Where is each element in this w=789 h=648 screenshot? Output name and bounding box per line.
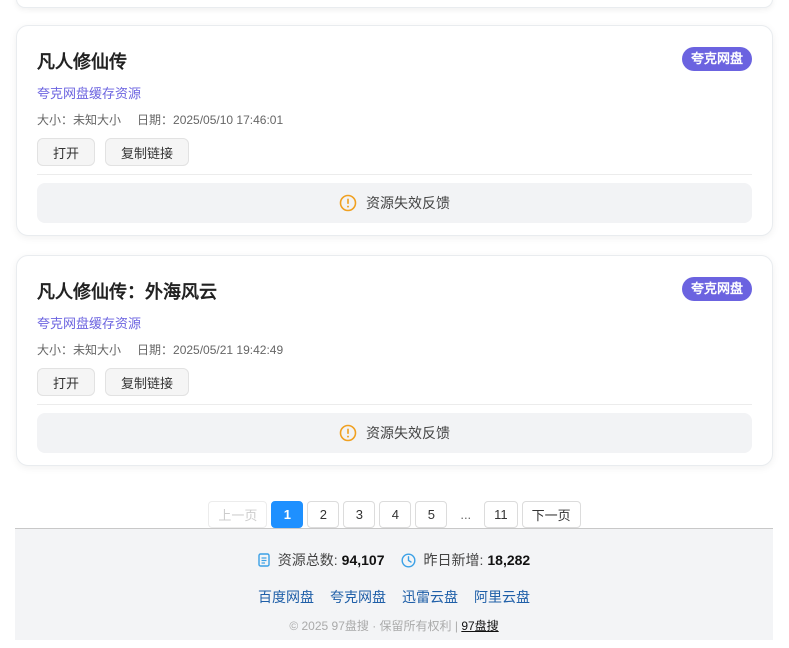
divider: [37, 404, 752, 405]
resource-title[interactable]: 凡人修仙传: [37, 48, 127, 74]
open-button[interactable]: 打开: [37, 138, 96, 166]
copyright-text: © 2025 97盘搜 · 保留所有权利 |: [289, 619, 458, 633]
report-invalid-label: 资源失效反馈: [366, 425, 450, 441]
resource-title[interactable]: 凡人修仙传：外海风云: [37, 278, 217, 304]
pagination: 上一页 1 2 3 4 5 ... 11 下一页: [0, 501, 789, 528]
total-label: 资源总数:: [277, 552, 338, 568]
resource-date: 日期：2025/05/10 17:46:01: [137, 113, 284, 127]
page-2-button[interactable]: 2: [307, 501, 340, 528]
copyright: © 2025 97盘搜 · 保留所有权利 | 97盘搜: [15, 617, 773, 634]
resource-card: 凡人修仙传 夸克网盘 夸克网盘缓存资源 大小：未知大小 日期：2025/05/10…: [16, 25, 773, 236]
resource-meta: 大小：未知大小 日期：2025/05/10 17:46:01: [37, 111, 283, 128]
footer-links: 百度网盘 夸克网盘 迅雷云盘 阿里云盘: [15, 587, 773, 607]
site-home-link[interactable]: 97盘搜: [461, 619, 498, 633]
page-3-button[interactable]: 3: [343, 501, 376, 528]
page-1-button[interactable]: 1: [271, 501, 304, 528]
clock-icon: [400, 552, 416, 568]
divider: [37, 174, 752, 175]
site-footer: 资源总数: 94,107 昨日新增: 18,282 百度网盘 夸克网盘 迅雷云盘…: [15, 528, 773, 640]
resource-card: 凡人修仙传：外海风云 夸克网盘 夸克网盘缓存资源 大小：未知大小 日期：2025/…: [16, 255, 773, 466]
report-invalid-button[interactable]: 资源失效反馈: [37, 183, 752, 223]
resource-size: 大小：未知大小: [37, 343, 122, 357]
document-icon: [258, 553, 270, 567]
resource-date: 日期：2025/05/21 19:42:49: [137, 343, 284, 357]
report-invalid-label: 资源失效反馈: [366, 195, 450, 211]
open-button[interactable]: 打开: [37, 368, 96, 396]
site-stats: 资源总数: 94,107 昨日新增: 18,282: [15, 550, 773, 570]
footer-link-aliyun[interactable]: 阿里云盘: [474, 587, 530, 607]
page-5-button[interactable]: 5: [415, 501, 448, 528]
next-page-button[interactable]: 下一页: [521, 501, 581, 528]
resource-actions: 打开 复制链接: [37, 138, 190, 166]
page-last-button[interactable]: 11: [484, 501, 518, 528]
resource-meta: 大小：未知大小 日期：2025/05/21 19:42:49: [37, 341, 283, 358]
previous-card-edge: [16, 0, 773, 8]
prev-page-button: 上一页: [208, 501, 268, 528]
footer-link-baidu[interactable]: 百度网盘: [258, 587, 314, 607]
warning-circle-icon: [339, 424, 357, 442]
page-4-button[interactable]: 4: [379, 501, 412, 528]
total-value: 94,107: [341, 552, 385, 568]
resource-source: 夸克网盘缓存资源: [37, 86, 142, 101]
platform-badge: 夸克网盘: [681, 47, 752, 71]
footer-link-quark[interactable]: 夸克网盘: [330, 587, 386, 607]
copy-link-button[interactable]: 复制链接: [105, 368, 190, 396]
resource-source: 夸克网盘缓存资源: [37, 316, 142, 331]
report-invalid-button[interactable]: 资源失效反馈: [37, 413, 752, 453]
resource-size: 大小：未知大小: [37, 113, 122, 127]
new-label: 昨日新增:: [423, 552, 484, 568]
footer-link-xunlei[interactable]: 迅雷云盘: [402, 587, 458, 607]
copy-link-button[interactable]: 复制链接: [105, 138, 190, 166]
page-ellipsis: ...: [451, 501, 481, 528]
resource-actions: 打开 复制链接: [37, 368, 190, 396]
new-value: 18,282: [487, 552, 531, 568]
warning-circle-icon: [339, 194, 357, 212]
platform-badge: 夸克网盘: [681, 277, 752, 301]
